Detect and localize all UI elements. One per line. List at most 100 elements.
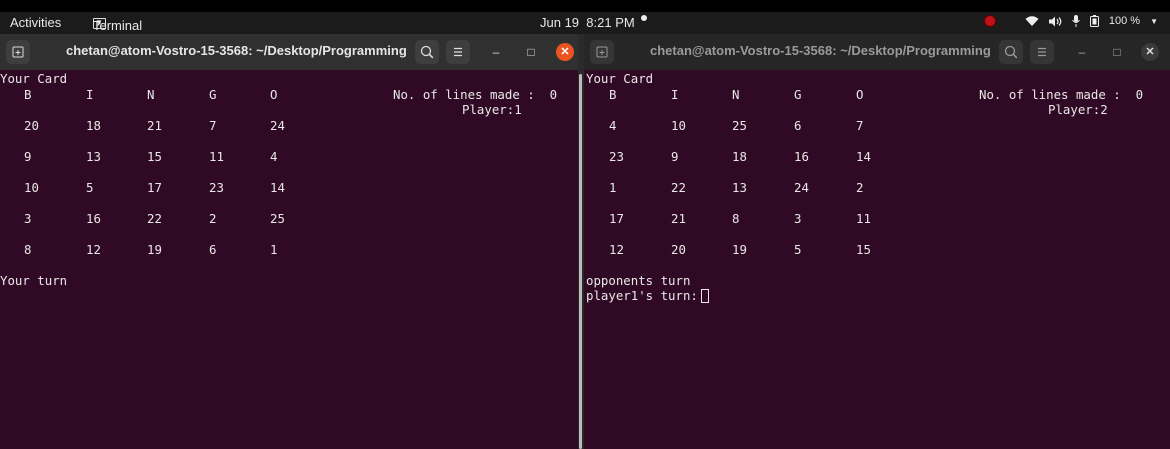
card-cell: 16 xyxy=(794,149,809,164)
card-cell: 14 xyxy=(856,149,871,164)
card-cell: 10 xyxy=(24,180,39,195)
app-menu[interactable]: Terminal ▼ xyxy=(93,15,142,33)
card-cell: 21 xyxy=(147,118,162,133)
terminal-window-left[interactable]: chetan@atom-Vostro-15-3568: ~/Desktop/Pr… xyxy=(0,34,578,449)
card-cell: 8 xyxy=(732,211,740,226)
terminal-output[interactable]: Your Card B I N G O No. of lines made : … xyxy=(0,72,578,449)
card-cell: 1 xyxy=(609,180,617,195)
notification-dot-icon xyxy=(641,15,647,21)
card-cell: 12 xyxy=(609,242,624,257)
header-g: G xyxy=(794,87,802,102)
activities-button[interactable]: Activities xyxy=(10,15,61,30)
card-cell: 12 xyxy=(86,242,101,257)
gnome-top-bar: Activities Terminal ▼ Jun 19 8:21 PM 100… xyxy=(0,12,1170,34)
close-button[interactable]: ✕ xyxy=(1141,43,1159,61)
search-icon xyxy=(420,45,434,59)
card-cell: 5 xyxy=(86,180,94,195)
card-cell: 1 xyxy=(270,242,278,257)
minimize-button[interactable]: – xyxy=(488,44,504,60)
window-titlebar[interactable]: chetan@atom-Vostro-15-3568: ~/Desktop/Pr… xyxy=(0,34,578,70)
header-n: N xyxy=(147,87,155,102)
card-cell: 9 xyxy=(671,149,679,164)
search-icon xyxy=(1004,45,1018,59)
card-cell: 23 xyxy=(209,180,224,195)
card-cell: 23 xyxy=(609,149,624,164)
header-n: N xyxy=(732,87,740,102)
time-label: 8:21 PM xyxy=(586,15,635,30)
card-cell: 15 xyxy=(856,242,871,257)
header-b: B xyxy=(24,87,32,102)
search-button[interactable] xyxy=(999,40,1023,64)
new-tab-icon xyxy=(596,46,608,58)
card-cell: 9 xyxy=(24,149,32,164)
card-cell: 22 xyxy=(671,180,686,195)
hamburger-menu-button[interactable] xyxy=(446,40,470,64)
card-cell: 16 xyxy=(86,211,101,226)
terminal-window-right[interactable]: chetan@atom-Vostro-15-3568: ~/Desktop/Pr… xyxy=(584,34,1170,449)
lines-made: No. of lines made : 0 xyxy=(979,87,1144,102)
terminal-output[interactable]: Your Card B I N G O No. of lines made : … xyxy=(584,72,1170,449)
new-tab-icon xyxy=(12,46,24,58)
text-cursor[interactable] xyxy=(701,289,709,303)
card-cell: 18 xyxy=(732,149,747,164)
new-tab-button[interactable] xyxy=(590,40,614,64)
card-cell: 6 xyxy=(794,118,802,133)
window-titlebar[interactable]: chetan@atom-Vostro-15-3568: ~/Desktop/Pr… xyxy=(584,34,1170,70)
card-cell: 25 xyxy=(270,211,285,226)
scrollbar-thumb[interactable] xyxy=(579,74,582,449)
card-cell: 7 xyxy=(856,118,864,133)
battery-percent: 100 % xyxy=(1108,15,1141,27)
header-i: I xyxy=(671,87,679,102)
card-cell: 18 xyxy=(86,118,101,133)
header-b: B xyxy=(609,87,617,102)
recording-indicator-icon xyxy=(984,16,995,26)
hamburger-icon xyxy=(1038,47,1046,57)
search-button[interactable] xyxy=(415,40,439,64)
system-tray[interactable]: 100 % ▼ xyxy=(984,15,1158,27)
card-cell: 10 xyxy=(671,118,686,133)
card-cell: 20 xyxy=(671,242,686,257)
maximize-button[interactable]: □ xyxy=(1109,44,1125,60)
card-cell: 24 xyxy=(270,118,285,133)
player-label: Player:1 xyxy=(462,102,522,117)
minimize-button[interactable]: – xyxy=(1074,44,1090,60)
card-cell: 19 xyxy=(147,242,162,257)
hamburger-menu-button[interactable] xyxy=(1030,40,1054,64)
your-card-label: Your Card xyxy=(0,71,68,86)
system-menu-chevron-icon: ▼ xyxy=(1150,16,1158,26)
lines-made: No. of lines made : 0 xyxy=(393,87,558,102)
card-cell: 3 xyxy=(794,211,802,226)
card-cell: 4 xyxy=(609,118,617,133)
card-cell: 5 xyxy=(794,242,802,257)
close-button[interactable]: ✕ xyxy=(556,43,574,61)
volume-icon xyxy=(1048,16,1062,26)
header-g: G xyxy=(209,87,217,102)
card-cell: 2 xyxy=(856,180,864,195)
card-cell: 3 xyxy=(24,211,32,226)
your-card-label: Your Card xyxy=(586,71,654,86)
chevron-down-icon: ▼ xyxy=(95,18,103,27)
card-cell: 2 xyxy=(209,211,217,226)
card-cell: 13 xyxy=(86,149,101,164)
header-i: I xyxy=(86,87,94,102)
card-cell: 13 xyxy=(732,180,747,195)
card-cell: 25 xyxy=(732,118,747,133)
card-cell: 4 xyxy=(270,149,278,164)
maximize-button[interactable]: □ xyxy=(523,44,539,60)
new-tab-button[interactable] xyxy=(6,40,30,64)
card-cell: 17 xyxy=(147,180,162,195)
card-cell: 15 xyxy=(147,149,162,164)
input-prompt: player1's turn: xyxy=(586,288,698,303)
card-cell: 22 xyxy=(147,211,162,226)
microphone-icon xyxy=(1071,15,1080,27)
card-cell: 14 xyxy=(270,180,285,195)
header-o: O xyxy=(856,87,864,102)
wifi-icon xyxy=(1025,15,1039,26)
status-line: opponents turn xyxy=(586,273,691,288)
hamburger-icon xyxy=(454,47,462,57)
card-cell: 21 xyxy=(671,211,686,226)
header-o: O xyxy=(270,87,278,102)
status-line: Your turn xyxy=(0,273,68,288)
date-label: Jun 19 xyxy=(540,15,580,30)
clock[interactable]: Jun 19 8:21 PM xyxy=(540,15,635,30)
